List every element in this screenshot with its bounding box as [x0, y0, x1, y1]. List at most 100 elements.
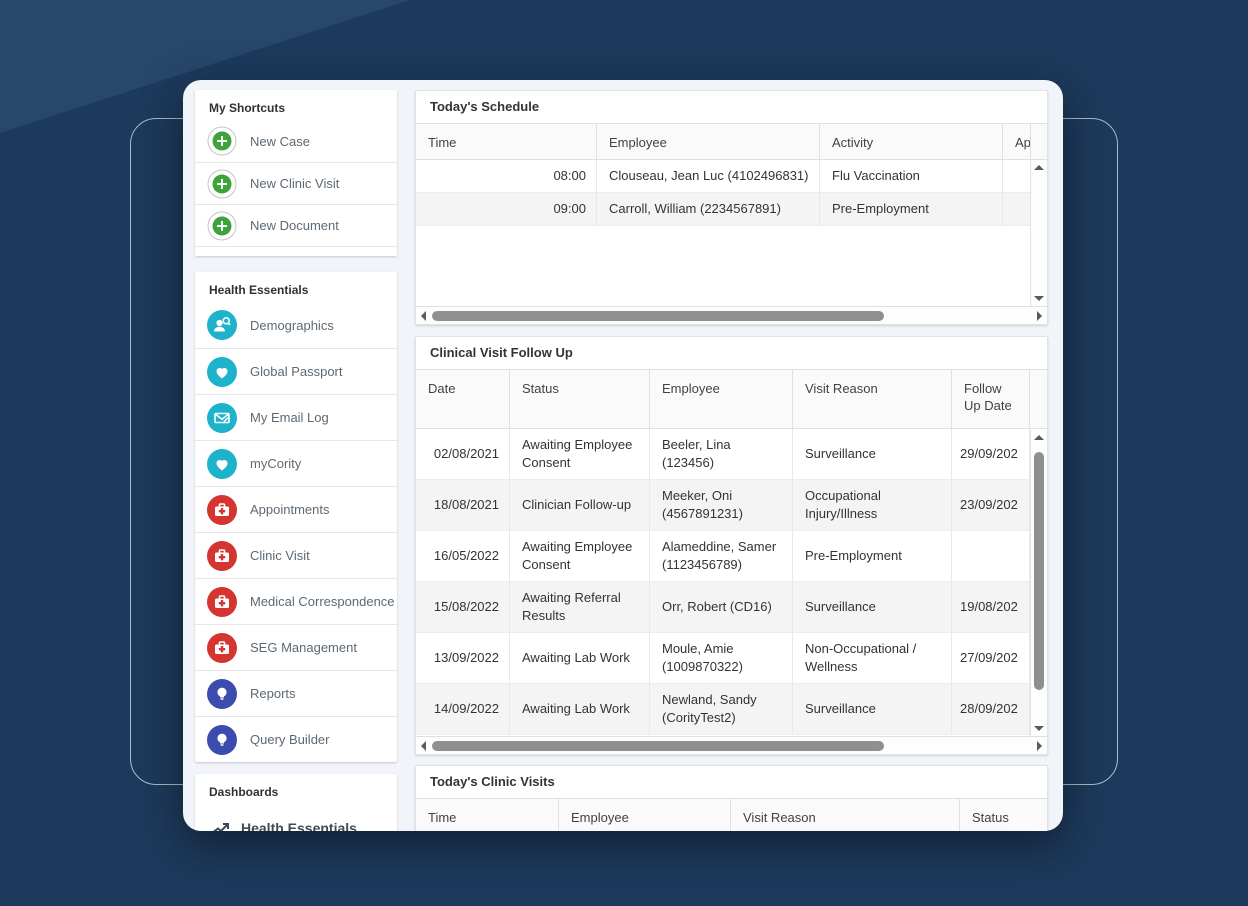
plus-circle-icon: [207, 169, 237, 199]
cell-visit-reason: Pre-Employment: [793, 531, 952, 581]
cell-date: 18/08/2021: [416, 480, 510, 530]
medkit-icon: [207, 587, 237, 617]
heart-icon: [207, 357, 237, 387]
cell-status: Awaiting Employee Consent: [510, 429, 650, 479]
column-header-visit-reason[interactable]: Visit Reason: [793, 370, 952, 428]
sidebar: My Shortcuts New Case New Clinic Visit N…: [195, 90, 397, 831]
column-header-employee[interactable]: Employee: [559, 799, 731, 831]
sidebar-item-label: Demographics: [250, 318, 334, 333]
cell-employee: Clouseau, Jean Luc (4102496831): [597, 160, 820, 192]
column-header-status[interactable]: Status: [960, 799, 1047, 831]
column-header-status[interactable]: Status: [510, 370, 650, 428]
sidebar-item-reports[interactable]: Reports: [195, 670, 397, 716]
cell-date: 16/05/2022: [416, 531, 510, 581]
my-shortcuts-card: My Shortcuts New Case New Clinic Visit N…: [195, 90, 397, 256]
cell-visit-reason: Surveillance: [793, 429, 952, 479]
sidebar-item-demographics[interactable]: Demographics: [195, 302, 397, 348]
column-header-employee[interactable]: Employee: [650, 370, 793, 428]
my-shortcuts-title: My Shortcuts: [195, 90, 397, 120]
vertical-scrollbar[interactable]: [1030, 430, 1047, 736]
cell-status: Awaiting Referral Results: [510, 582, 650, 632]
sidebar-item-mycority[interactable]: myCority: [195, 440, 397, 486]
sidebar-item-medical-correspondence[interactable]: Medical Correspondence: [195, 578, 397, 624]
vertical-scrollbar[interactable]: [1030, 160, 1047, 306]
cell-followup-date: 28/09/202: [952, 684, 1030, 734]
schedule-row[interactable]: 08:00 Clouseau, Jean Luc (4102496831) Fl…: [416, 160, 1047, 193]
sidebar-item-label: My Email Log: [250, 410, 329, 425]
cell-visit-reason: Surveillance: [793, 582, 952, 632]
todays-schedule-card: Today's Schedule Time Employee Activity …: [415, 90, 1048, 325]
shortcut-new-case[interactable]: New Case: [195, 120, 397, 162]
followup-row[interactable]: 02/08/2021 Awaiting Employee Consent Bee…: [416, 429, 1047, 480]
cell-followup-date: [952, 531, 1030, 581]
heart-icon: [207, 449, 237, 479]
column-header-visit-reason[interactable]: Visit Reason: [731, 799, 960, 831]
column-header-follow-up-date[interactable]: Follow Up Date: [952, 370, 1030, 428]
cell-date: 14/09/2022: [416, 684, 510, 734]
followup-row[interactable]: 16/05/2022 Awaiting Employee Consent Ala…: [416, 531, 1047, 582]
clinical-visit-follow-up-card: Clinical Visit Follow Up Date Status Emp…: [415, 336, 1048, 755]
cell-date: 02/08/2021: [416, 429, 510, 479]
dashboards-card: Dashboards Health Essentials: [195, 774, 397, 831]
cell-followup-date: 29/09/202: [952, 429, 1030, 479]
app-window: My Shortcuts New Case New Clinic Visit N…: [183, 80, 1063, 831]
clinic-visits-header-row: Time Employee Visit Reason Status: [416, 798, 1047, 831]
sidebar-item-label: Clinic Visit: [250, 548, 310, 563]
schedule-body: 08:00 Clouseau, Jean Luc (4102496831) Fl…: [416, 160, 1047, 308]
cell-followup-date: 23/09/202: [952, 480, 1030, 530]
column-header-ap[interactable]: Ap: [1003, 124, 1031, 159]
lightbulb-icon: [207, 725, 237, 755]
schedule-header-row: Time Employee Activity Ap: [416, 123, 1047, 160]
dashboard-item-health-essentials[interactable]: Health Essentials: [195, 804, 397, 831]
column-header-activity[interactable]: Activity: [820, 124, 1003, 159]
scroll-left-arrow[interactable]: [421, 741, 426, 751]
health-essentials-card: Health Essentials Demographics Global Pa…: [195, 272, 397, 762]
scroll-left-arrow[interactable]: [421, 311, 426, 321]
sidebar-item-appointments[interactable]: Appointments: [195, 486, 397, 532]
followup-row[interactable]: 15/08/2022 Awaiting Referral Results Orr…: [416, 582, 1047, 633]
horizontal-scrollbar[interactable]: [416, 736, 1047, 754]
column-header-employee[interactable]: Employee: [597, 124, 820, 159]
sidebar-item-global-passport[interactable]: Global Passport: [195, 348, 397, 394]
column-header-time[interactable]: Time: [416, 124, 597, 159]
scrollbar-thumb[interactable]: [1034, 452, 1044, 690]
health-essentials-title: Health Essentials: [195, 272, 397, 302]
dashboard-item-label: Health Essentials: [241, 820, 357, 831]
horizontal-scrollbar[interactable]: [416, 306, 1047, 324]
sidebar-item-seg-management[interactable]: SEG Management: [195, 624, 397, 670]
cell-employee: Newland, Sandy (CorityTest2): [650, 684, 793, 734]
column-header-time[interactable]: Time: [416, 799, 559, 831]
shortcut-new-document[interactable]: New Document: [195, 204, 397, 246]
scroll-down-arrow[interactable]: [1034, 296, 1044, 301]
sidebar-item-my-email-log[interactable]: My Email Log: [195, 394, 397, 440]
scrollbar-thumb[interactable]: [432, 741, 884, 751]
cell-date: 15/08/2022: [416, 582, 510, 632]
cell-visit-reason: Surveillance: [793, 684, 952, 734]
followup-row[interactable]: 13/09/2022 Awaiting Lab Work Moule, Amie…: [416, 633, 1047, 684]
followup-row[interactable]: 14/09/2022 Awaiting Lab Work Newland, Sa…: [416, 684, 1047, 735]
shortcut-label: New Case: [250, 134, 310, 149]
cell-employee: Beeler, Lina (123456): [650, 429, 793, 479]
shortcut-new-clinic-visit[interactable]: New Clinic Visit: [195, 162, 397, 204]
shortcut-label: New Document: [250, 218, 339, 233]
sidebar-item-clinic-visit[interactable]: Clinic Visit: [195, 532, 397, 578]
sidebar-item-label: Query Builder: [250, 732, 329, 747]
scroll-up-arrow[interactable]: [1034, 165, 1044, 170]
scroll-right-arrow[interactable]: [1037, 741, 1042, 751]
cell-employee: Meeker, Oni (4567891231): [650, 480, 793, 530]
envelope-icon: [207, 403, 237, 433]
scroll-up-arrow[interactable]: [1034, 435, 1044, 440]
cell-employee: Carroll, William (2234567891): [597, 193, 820, 225]
followup-row[interactable]: 18/08/2021 Clinician Follow-up Meeker, O…: [416, 480, 1047, 531]
cell-visit-reason: Non-Occupational / Wellness: [793, 633, 952, 683]
scroll-down-arrow[interactable]: [1034, 726, 1044, 731]
cell-followup-date: 19/08/202: [952, 582, 1030, 632]
sidebar-item-label: Appointments: [250, 502, 330, 517]
scroll-right-arrow[interactable]: [1037, 311, 1042, 321]
schedule-row[interactable]: 09:00 Carroll, William (2234567891) Pre-…: [416, 193, 1047, 226]
cell-status: Awaiting Lab Work: [510, 633, 650, 683]
sidebar-item-query-builder[interactable]: Query Builder: [195, 716, 397, 762]
column-header-date[interactable]: Date: [416, 370, 510, 428]
todays-clinic-visits-card: Today's Clinic Visits Time Employee Visi…: [415, 765, 1048, 831]
scrollbar-thumb[interactable]: [432, 311, 884, 321]
